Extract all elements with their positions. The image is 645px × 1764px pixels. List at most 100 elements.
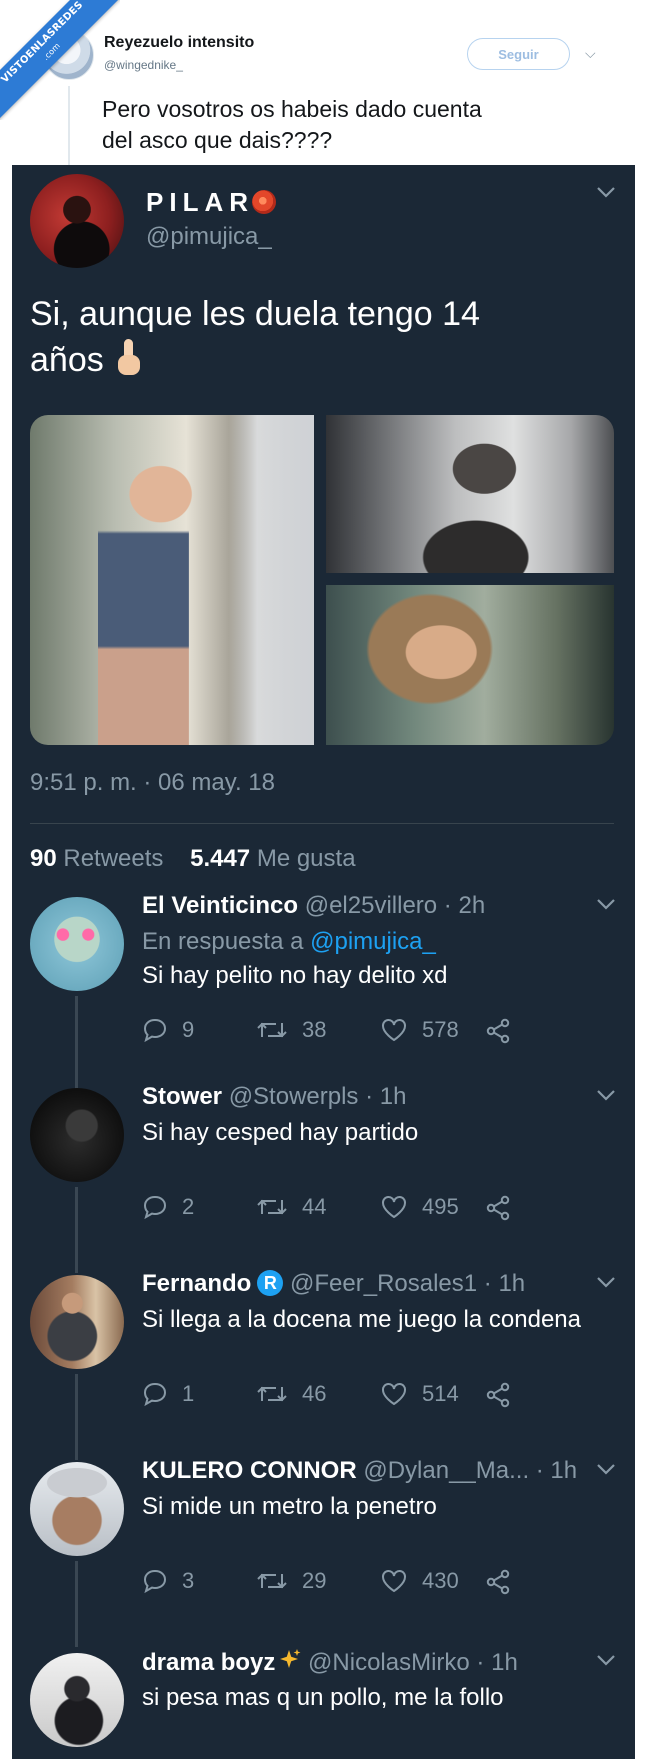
retweet-button[interactable]: 44 (256, 1194, 326, 1220)
thread-line (75, 1561, 78, 1647)
photo-1[interactable] (30, 415, 314, 745)
like-button[interactable]: 578 (380, 1017, 459, 1043)
author-name-text: PILAR (146, 187, 254, 217)
reply-author-handle: @Feer_Rosales1 · 1h (290, 1270, 526, 1297)
tweet-text-line2: años (30, 341, 104, 379)
reply-to-line: En respuesta a @pimujica_ (142, 928, 436, 956)
frame-left (0, 165, 12, 1764)
likes-label[interactable]: Me gusta (257, 845, 356, 872)
share-nodes-icon (486, 1569, 510, 1595)
retweets-count[interactable]: 90 (30, 845, 57, 872)
reply-author-name: Stower (142, 1083, 223, 1110)
like-button[interactable]: 430 (380, 1568, 459, 1594)
reply-to-link[interactable]: @pimujica_ (310, 928, 436, 955)
retweet-button[interactable]: 38 (256, 1017, 326, 1043)
author-name[interactable]: PILAR (146, 187, 276, 218)
avatar[interactable] (30, 1653, 124, 1747)
frame-right (635, 165, 645, 1764)
thread-line (75, 996, 78, 1092)
photo-3[interactable] (326, 585, 614, 745)
photo-grid (30, 415, 614, 745)
reply-author[interactable]: El Veinticinco @el25villero · 2h (142, 892, 485, 920)
like-button[interactable]: 514 (380, 1381, 459, 1407)
reply-button[interactable]: 3 (142, 1568, 194, 1594)
avatar[interactable] (30, 174, 124, 268)
reply-author[interactable]: Fernando R @Feer_Rosales1 · 1h (142, 1270, 525, 1298)
reply-author[interactable]: drama boyz @NicolasMirko · 1h (142, 1648, 518, 1677)
dark-tweet-screenshot: PILAR @pimujica_ Si, aunque les duela te… (12, 165, 635, 1759)
reply-count: 1 (182, 1381, 195, 1406)
reply-tweet: drama boyz @NicolasMirko · 1h si pesa ma… (12, 1648, 635, 1759)
tweet-text: Pero vosotros os habeis dado cuenta del … (102, 94, 482, 156)
heart-icon (382, 1196, 406, 1219)
like-count: 514 (422, 1381, 459, 1406)
retweet-arrows-icon (257, 1022, 287, 1038)
retweet-button[interactable]: 29 (256, 1568, 326, 1594)
reply-author-name: KULERO CONNOR (142, 1457, 357, 1484)
chevron-down-icon[interactable] (596, 1272, 616, 1293)
tweet-text-line: Pero vosotros os habeis dado cuenta (102, 96, 482, 122)
share-nodes-icon (486, 1195, 510, 1221)
author-name[interactable]: Reyezuelo intensito (104, 34, 254, 52)
chevron-down-icon[interactable] (596, 894, 616, 915)
chevron-down-icon[interactable] (596, 182, 616, 203)
retweet-button[interactable]: 46 (256, 1381, 326, 1407)
reply-text: Si mide un metro la penetro (142, 1493, 437, 1520)
reply-actions: 3 29 430 (142, 1568, 602, 1598)
retweet-count: 46 (302, 1381, 327, 1406)
author-handle[interactable]: @wingednike_ (104, 58, 183, 72)
share-button[interactable] (484, 1381, 512, 1409)
reply-actions: 2 44 495 (142, 1194, 602, 1224)
comment-bubble-icon (143, 1018, 167, 1043)
chevron-down-icon[interactable] (596, 1459, 616, 1480)
likes-count[interactable]: 5.447 (190, 845, 250, 872)
chevron-down-icon[interactable] (596, 1085, 616, 1106)
share-button[interactable] (484, 1017, 512, 1045)
author-handle[interactable]: @pimujica_ (146, 223, 272, 251)
photo-2[interactable] (326, 415, 614, 573)
comment-bubble-icon (143, 1382, 167, 1407)
avatar[interactable] (30, 897, 124, 991)
follow-button[interactable]: Seguir (467, 38, 570, 70)
sparkles-emoji-icon (280, 1649, 301, 1668)
retweet-count: 38 (302, 1017, 327, 1042)
avatar[interactable] (44, 30, 94, 80)
reply-author-name: drama boyz (142, 1649, 276, 1676)
retweet-arrows-icon (257, 1386, 287, 1402)
reply-author[interactable]: Stower @Stowerpls · 1h (142, 1083, 406, 1111)
retweets-label[interactable]: Retweets (63, 845, 163, 872)
tweet-text-line: años (30, 337, 590, 383)
like-button[interactable]: 495 (380, 1194, 459, 1220)
tweet-timestamp[interactable]: 9:51 p. m. · 06 may. 18 (30, 769, 275, 797)
reply-text: Si llega a la docena me juego la condena (142, 1306, 581, 1333)
retweet-count: 29 (302, 1568, 327, 1593)
share-nodes-icon (486, 1018, 510, 1044)
tweet-text-line: del asco que dais???? (102, 127, 333, 153)
reply-actions: 1 46 514 (142, 1381, 602, 1411)
avatar[interactable] (30, 1275, 124, 1369)
thread-line (75, 1187, 78, 1273)
reply-author[interactable]: KULERO CONNOR @Dylan__Ma... · 1h (142, 1457, 577, 1485)
comment-bubble-icon (143, 1195, 167, 1220)
avatar[interactable] (30, 1462, 124, 1556)
reply-button[interactable]: 9 (142, 1017, 194, 1043)
share-button[interactable] (484, 1194, 512, 1222)
reply-tweet: El Veinticinco @el25villero · 2h En resp… (12, 892, 635, 1092)
like-count: 495 (422, 1194, 459, 1219)
retweet-arrows-icon (257, 1573, 287, 1589)
share-nodes-icon (486, 1382, 510, 1408)
comment-bubble-icon (143, 1569, 167, 1594)
share-button[interactable] (484, 1568, 512, 1596)
heart-icon (382, 1383, 406, 1406)
reply-button[interactable]: 1 (142, 1381, 194, 1407)
reply-author-handle: @NicolasMirko · 1h (308, 1649, 518, 1676)
reply-button[interactable]: 2 (142, 1194, 194, 1220)
reply-count: 3 (182, 1568, 195, 1593)
avatar[interactable] (30, 1088, 124, 1182)
like-count: 578 (422, 1017, 459, 1042)
reply-count: 9 (182, 1017, 195, 1042)
chevron-down-icon[interactable]: ⌵ (585, 45, 596, 62)
reply-tweet: KULERO CONNOR @Dylan__Ma... · 1h Si mide… (12, 1457, 635, 1647)
reply-text: Si hay pelito no hay delito xd (142, 962, 448, 989)
chevron-down-icon[interactable] (596, 1650, 616, 1671)
